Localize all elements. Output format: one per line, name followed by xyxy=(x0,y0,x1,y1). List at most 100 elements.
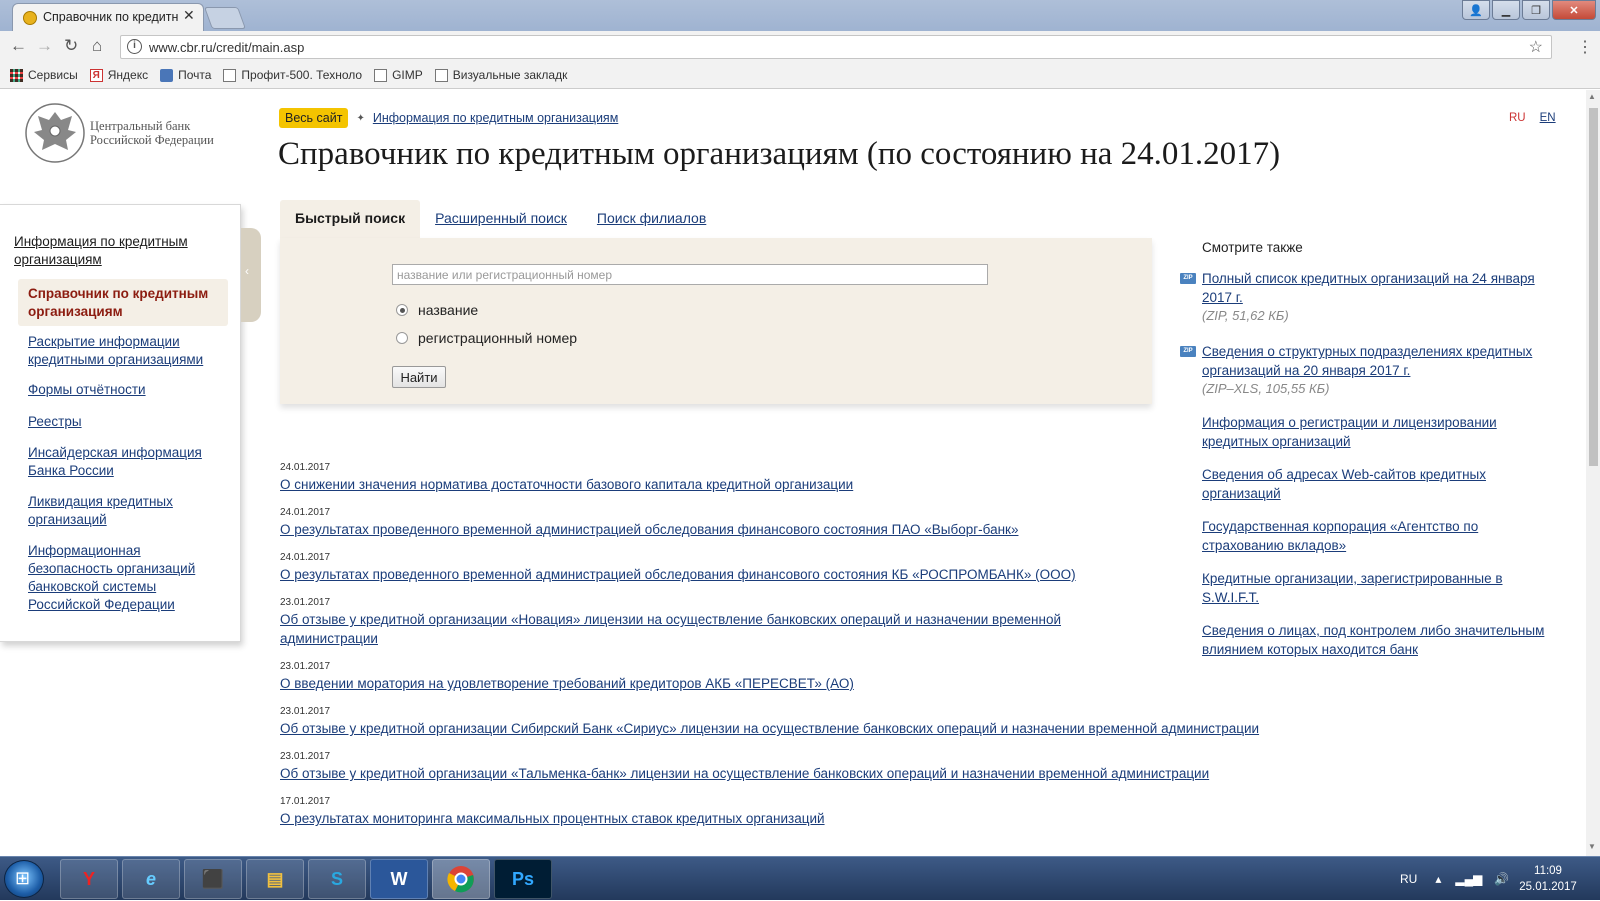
breadcrumb: Весь сайт ✦ Информация по кредитным орга… xyxy=(279,108,618,128)
see-also-item: Кредитные организации, зарегистрированны… xyxy=(1202,570,1532,607)
search-tabs: Быстрый поиск Расширенный поиск Поиск фи… xyxy=(280,200,721,238)
language-switch: RU EN xyxy=(1509,112,1556,124)
news-link[interactable]: Об отзыве у кредитной организации Сибирс… xyxy=(280,721,1259,736)
reload-icon[interactable]: ↻ xyxy=(64,36,78,56)
bookmark-gimp[interactable]: GIMP xyxy=(374,68,423,82)
tab-advanced-search[interactable]: Расширенный поиск xyxy=(420,200,582,238)
page-title: Справочник по кредитным организациям (по… xyxy=(278,136,1281,172)
bookmark-services[interactable]: Сервисы xyxy=(10,68,78,82)
double-eagle-emblem-icon xyxy=(25,103,85,163)
chrome-icon[interactable] xyxy=(432,859,490,899)
radio-by-reg-number[interactable]: регистрационный номер xyxy=(396,330,577,346)
news-link[interactable]: О результатах мониторинга максимальных п… xyxy=(280,811,825,826)
bookmark-star-icon[interactable]: ☆ xyxy=(1529,37,1543,57)
mail-icon xyxy=(160,68,174,82)
tab-branch-search[interactable]: Поиск филиалов xyxy=(582,200,721,238)
sidebar-item-insider-info[interactable]: Инсайдерская информация Банка России xyxy=(28,444,228,480)
news-link[interactable]: О введении моратория на удовлетворение т… xyxy=(280,676,854,691)
see-also-link[interactable]: Сведения об адресах Web-сайтов кредитных… xyxy=(1202,467,1486,501)
apps-grid-icon xyxy=(10,68,23,82)
see-also-link[interactable]: Государственная корпорация «Агентство по… xyxy=(1202,519,1478,553)
sidebar-heading-link[interactable]: Информация по кредитным организациям xyxy=(14,233,224,269)
browser-toolbar: ← → ↻ ⌂ i www.cbr.ru/credit/main.asp ☆ ⋮ xyxy=(0,31,1600,62)
file-size-label: (ZIP–XLS, 105,55 КБ) xyxy=(1202,381,1330,396)
minimize-button[interactable]: ▁ xyxy=(1492,0,1520,20)
bookmark-yandex[interactable]: Я Яндекс xyxy=(89,68,148,82)
zip-file-icon: ZIP xyxy=(1180,273,1196,284)
list-item: 23.01.2017 Об отзыве у кредитной организ… xyxy=(280,751,1320,783)
scroll-up-icon[interactable]: ▲ xyxy=(1588,92,1596,101)
system-clock[interactable]: 11:09 25.01.2017 xyxy=(1508,863,1588,895)
radio-button[interactable] xyxy=(396,332,408,344)
photoshop-icon[interactable]: Ps xyxy=(494,859,552,899)
browser-tab-active[interactable]: Справочник по кредитн ✕ xyxy=(12,3,204,31)
tab-quick-search[interactable]: Быстрый поиск xyxy=(280,200,421,238)
start-button[interactable]: ⊞ xyxy=(4,860,44,898)
network-icon[interactable]: ▂▄▆ xyxy=(1455,872,1482,886)
see-also-title: Смотрите также xyxy=(1202,240,1303,255)
lang-ru[interactable]: RU xyxy=(1509,112,1526,124)
list-item: 24.01.2017 О результатах проведенного вр… xyxy=(280,552,1320,584)
cbr-logo[interactable]: Центральный банк Российской Федерации xyxy=(24,102,230,164)
news-link[interactable]: Об отзыве у кредитной организации «Новац… xyxy=(280,610,1110,648)
internet-explorer-icon[interactable]: e xyxy=(122,859,180,899)
news-link[interactable]: О результатах проведенного временной адм… xyxy=(280,567,1076,582)
radio-by-name[interactable]: название xyxy=(396,302,478,318)
back-arrow-icon[interactable]: ← xyxy=(10,36,27,56)
sidebar-item-liquidation[interactable]: Ликвидация кредитных организаций xyxy=(28,493,228,529)
word-icon[interactable]: W xyxy=(370,859,428,899)
skype-icon[interactable]: S xyxy=(308,859,366,899)
forward-arrow-icon[interactable]: → xyxy=(36,36,53,56)
see-also-link[interactable]: Сведения о структурных подразделениях кр… xyxy=(1202,344,1532,378)
see-also-link[interactable]: Кредитные организации, зарегистрированны… xyxy=(1202,571,1503,605)
sidebar-item-registers[interactable]: Реестры xyxy=(28,413,228,431)
news-link[interactable]: Об отзыве у кредитной организации «Тальм… xyxy=(280,766,1209,781)
sidebar-item-infosec[interactable]: Информационная безопасность организаций … xyxy=(28,542,228,614)
browser-menu-icon[interactable]: ⋮ xyxy=(1577,37,1593,57)
tray-expand-icon[interactable]: ▴ xyxy=(1435,872,1441,886)
yandex-icon: Я xyxy=(89,68,103,82)
keyboard-language[interactable]: RU xyxy=(1400,872,1417,886)
scroll-down-icon[interactable]: ▼ xyxy=(1588,842,1596,851)
news-link[interactable]: О результатах проведенного временной адм… xyxy=(280,522,1018,537)
file-explorer-icon[interactable]: ▤ xyxy=(246,859,304,899)
news-link[interactable]: О снижении значения норматива достаточно… xyxy=(280,477,853,492)
find-button[interactable]: Найти xyxy=(392,366,446,388)
new-tab-button[interactable] xyxy=(203,7,247,29)
see-also-link[interactable]: Полный список кредитных организаций на 2… xyxy=(1202,271,1535,305)
url-text[interactable]: www.cbr.ru/credit/main.asp xyxy=(149,40,304,55)
sidebar-item-active[interactable]: Справочник по кредитным организациям xyxy=(18,279,228,326)
see-also-link[interactable]: Сведения о лицах, под контролем либо зна… xyxy=(1202,623,1544,657)
tab-close-icon[interactable]: ✕ xyxy=(183,7,195,24)
page-icon xyxy=(434,68,448,82)
address-bar[interactable]: i www.cbr.ru/credit/main.asp ☆ xyxy=(120,35,1552,59)
sidebar-item-disclosure[interactable]: Раскрытие информации кредитными организа… xyxy=(28,333,228,369)
page-scrollbar[interactable]: ▲ ▼ xyxy=(1586,90,1600,856)
bookmark-visual[interactable]: Визуальные закладк xyxy=(434,68,567,82)
zip-file-icon: ZIP xyxy=(1180,346,1196,357)
radio-button-checked[interactable] xyxy=(396,304,408,316)
breadcrumb-credit-info[interactable]: Информация по кредитным организациям xyxy=(373,111,618,125)
bookmark-profit[interactable]: Профит-500. Техноло xyxy=(223,68,362,82)
cbr-favicon-icon xyxy=(23,11,37,25)
scroll-thumb[interactable] xyxy=(1589,108,1598,466)
search-input[interactable] xyxy=(392,264,988,285)
lang-en[interactable]: EN xyxy=(1540,112,1556,124)
windows-taskbar: ⊞ Y e ⬛ ▤ S W Ps RU ▴ ▂▄▆ 🔊 11:09 25.01.… xyxy=(0,856,1600,900)
home-icon[interactable]: ⌂ xyxy=(92,36,102,56)
bookmark-mail[interactable]: Почта xyxy=(160,68,211,82)
site-info-icon[interactable]: i xyxy=(127,39,142,54)
yandex-browser-icon[interactable]: Y xyxy=(60,859,118,899)
sidebar-item-report-forms[interactable]: Формы отчётности xyxy=(28,381,228,399)
news-date: 24.01.2017 xyxy=(280,552,331,563)
see-also-item: Информация о регистрации и лицензировани… xyxy=(1202,414,1562,451)
see-also-link[interactable]: Информация о регистрации и лицензировани… xyxy=(1202,415,1497,449)
sidebar-collapse-handle[interactable]: ‹ xyxy=(241,228,261,322)
list-item: 24.01.2017 О результатах проведенного вр… xyxy=(280,507,1320,539)
window-titlebar: Справочник по кредитн ✕ 👤 ▁ ❐ ✕ xyxy=(0,0,1600,31)
breadcrumb-whole-site[interactable]: Весь сайт xyxy=(279,108,349,128)
restore-button[interactable]: ❐ xyxy=(1522,0,1550,20)
close-window-button[interactable]: ✕ xyxy=(1552,0,1596,20)
user-icon[interactable]: 👤 xyxy=(1462,0,1490,20)
acrobat-icon[interactable]: ⬛ xyxy=(184,859,242,899)
